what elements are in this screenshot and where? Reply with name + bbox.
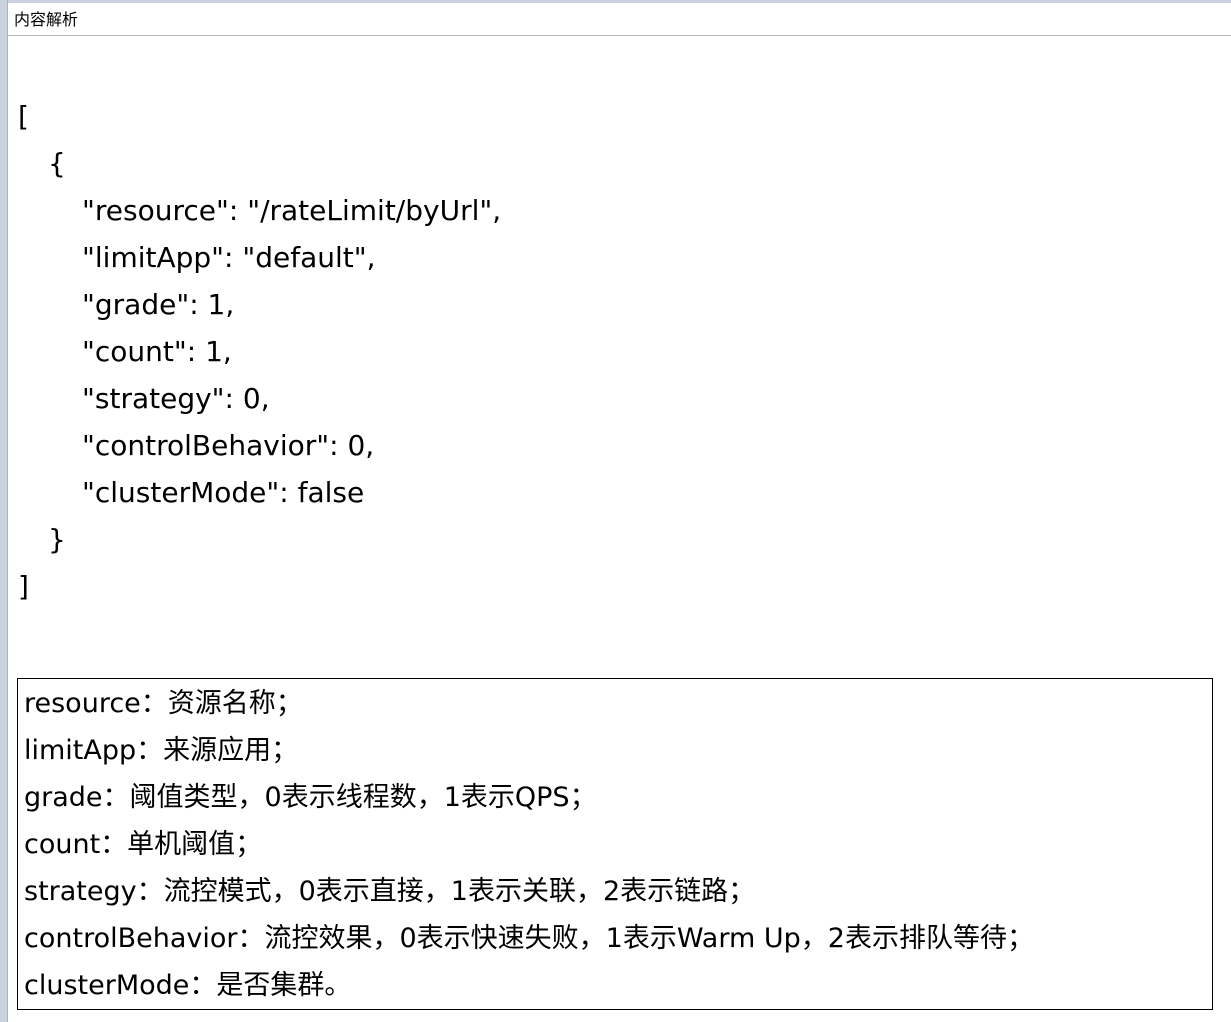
left-border xyxy=(0,0,8,1022)
json-line-clustermode: "clusterMode": false xyxy=(82,476,365,509)
json-close-bracket: ] xyxy=(18,570,29,603)
desc-resource: resource：资源名称； xyxy=(24,688,303,719)
desc-grade: grade：阈值类型，0表示线程数，1表示QPS； xyxy=(24,782,597,813)
json-line-grade: "grade": 1, xyxy=(82,288,235,321)
desc-limitapp: limitApp：来源应用； xyxy=(24,735,299,766)
panel-header: 内容解析 xyxy=(8,3,1231,36)
json-close-brace: } xyxy=(48,523,66,556)
desc-controlbehavior: controlBehavior：流控效果，0表示快速失败，1表示Warm Up，… xyxy=(24,923,1034,954)
desc-strategy: strategy：流控模式，0表示直接，1表示关联，2表示链路； xyxy=(24,876,756,907)
json-line-strategy: "strategy": 0, xyxy=(82,382,270,415)
desc-count: count：单机阈值； xyxy=(24,829,263,860)
content-parse-panel: 内容解析 [ { "resource": "/rateLimit/byUrl",… xyxy=(0,0,1231,1022)
json-open-bracket: [ xyxy=(18,100,29,133)
desc-clustermode: clusterMode：是否集群。 xyxy=(24,970,352,1001)
json-line-limitapp: "limitApp": "default", xyxy=(82,241,376,274)
parsed-content: [ { "resource": "/rateLimit/byUrl", "lim… xyxy=(8,36,1231,1022)
json-open-brace: { xyxy=(48,147,66,180)
field-description-box: resource：资源名称； limitApp：来源应用； grade：阈值类型… xyxy=(17,678,1213,1010)
json-line-count: "count": 1, xyxy=(82,335,232,368)
json-line-controlbehavior: "controlBehavior": 0, xyxy=(82,429,375,462)
panel-title: 内容解析 xyxy=(14,10,79,29)
json-line-resource: "resource": "/rateLimit/byUrl", xyxy=(82,194,502,227)
